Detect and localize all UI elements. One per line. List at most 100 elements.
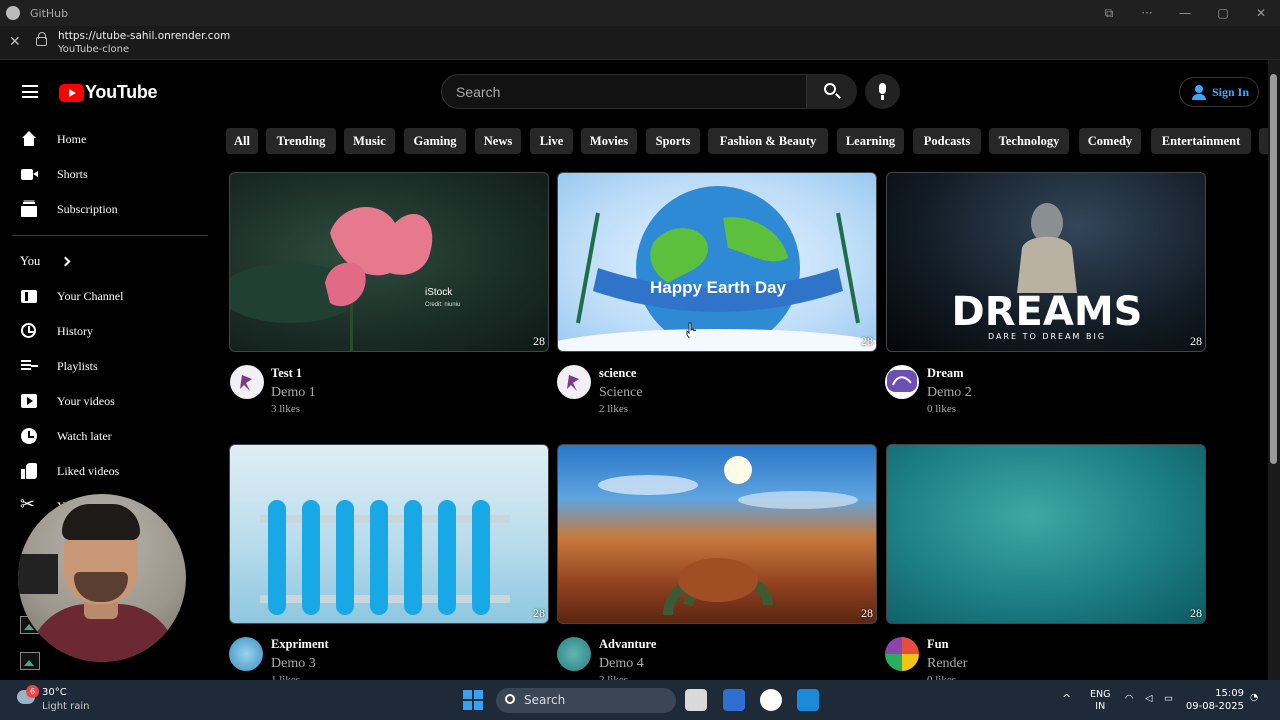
chip-sports[interactable]: Sports [646,128,700,154]
sidebar-item-label: Subscription [57,201,118,216]
language-indicator[interactable]: ENG IN [1090,689,1110,713]
video-thumbnail[interactable]: DREAMS DARE TO DREAM BIG 28 [886,172,1206,352]
clock[interactable]: 15:09 09-08-2025 [1186,687,1244,713]
channel-avatar[interactable] [557,637,591,671]
sidebar-you-header[interactable]: You [20,246,71,276]
chip-comedy[interactable]: Comedy [1079,128,1141,154]
chip-news[interactable]: News [475,128,521,154]
chip-learning[interactable]: Learning [837,128,904,154]
channel-name[interactable]: Demo 3 [271,656,316,672]
wifi-icon[interactable]: ◠ [1125,693,1133,705]
duration-badge: 28 [1190,606,1202,620]
dreams-image: DREAMS DARE TO DREAM BIG [952,203,1142,341]
clips-icon [20,494,38,515]
channel-name[interactable]: Demo 1 [271,385,316,401]
sidebar-item-shorts[interactable]: Shorts [20,159,88,189]
youtube-logo[interactable]: YouTube [59,82,158,103]
github-desktop-icon[interactable] [760,689,782,711]
page-scrollbar[interactable] [1268,60,1280,680]
search-input[interactable] [442,75,806,108]
playlists-icon [20,357,38,375]
video-title[interactable]: science [599,366,636,381]
search-icon [824,83,836,95]
maximize-button[interactable]: ▢ [1204,6,1242,20]
video-title[interactable]: Expriment [271,637,329,652]
minimize-button[interactable]: — [1166,6,1204,20]
video-thumbnail[interactable]: 28 [886,444,1206,624]
vscode-icon[interactable] [797,689,819,711]
task-view-icon[interactable] [685,689,707,711]
sidebar-item-your-channel[interactable]: Your Channel [20,281,123,311]
video-title[interactable]: Test 1 [271,366,302,381]
video-thumbnail[interactable]: 28 [557,444,877,624]
video-title[interactable]: Advanture [599,637,656,652]
sidebar-item-label: Watch later [57,428,112,443]
lock-icon[interactable] [36,32,47,46]
channel-avatar[interactable] [885,365,919,399]
channel-avatar[interactable] [557,365,591,399]
channel-avatar[interactable] [885,637,919,671]
chip-movies[interactable]: Movies [581,128,637,154]
channel-name[interactable]: Science [599,385,643,401]
channel-name[interactable]: Demo 2 [927,385,972,401]
shorts-icon [20,165,38,183]
chip-entertainment[interactable]: Entertainment [1151,128,1251,154]
chip-all[interactable]: All [226,128,258,154]
sign-in-label: Sign In [1211,84,1249,99]
sidebar-item-subscription[interactable]: Subscription [20,194,118,224]
video-title[interactable]: Fun [927,637,949,652]
history-icon [20,322,38,340]
chip-trending[interactable]: Trending [266,128,336,154]
sign-in-button[interactable]: Sign In [1179,77,1259,107]
subscriptions-icon [20,200,38,218]
chip-overflow[interactable] [1259,128,1268,154]
microphone-icon[interactable] [865,74,900,109]
video-thumbnail[interactable]: 28 [229,444,549,624]
search-button[interactable] [807,74,857,109]
channel-avatar[interactable] [229,637,263,671]
url-text[interactable]: https://utube-sahil.onrender.com [58,30,230,42]
sidebar-item-watch-later[interactable]: Watch later [20,421,112,451]
weather-condition[interactable]: Light rain [42,701,90,712]
more-options-icon[interactable]: ··· [1128,6,1166,20]
sidebar-item-label: Your Channel [57,288,124,303]
duration-badge: 28 [1190,334,1202,348]
windows-taskbar: 6 30°C Light rain Search ^ ENG IN ◠ ◁ ▭ … [0,680,1280,720]
chip-podcasts[interactable]: Podcasts [913,128,981,154]
battery-icon[interactable]: ▭ [1164,693,1173,705]
window-title: GitHub [30,6,69,20]
channel-icon [20,287,38,305]
channel-name[interactable]: Demo 4 [599,656,644,672]
weather-badge: 6 [26,685,39,698]
chevron-up-icon[interactable]: ^ [1062,693,1071,705]
video-thumbnail[interactable]: Happy Earth Day 28 [557,172,877,352]
sidebar-item-your-videos[interactable]: Your videos [20,386,115,416]
sidebar-item-history[interactable]: History [20,316,93,346]
windows-start-icon[interactable] [463,690,483,710]
sidebar-item-liked-videos[interactable]: Liked videos [20,456,119,486]
store-icon[interactable] [723,689,745,711]
video-title[interactable]: Dream [927,366,964,381]
chip-technology[interactable]: Technology [989,128,1069,154]
channel-avatar[interactable] [230,365,264,399]
channel-name[interactable]: Render [927,656,967,672]
sidebar-item-home[interactable]: Home [20,124,86,154]
menu-icon[interactable] [22,85,38,98]
scrollbar-thumb[interactable] [1270,74,1277,464]
temperature[interactable]: 30°C [42,687,67,698]
close-window-button[interactable]: ✕ [1242,6,1280,20]
volume-icon[interactable]: ◁ [1145,693,1152,705]
sidebar-divider [12,235,208,236]
you-label: You [20,253,41,268]
cast-icon[interactable]: ⧉ [1090,6,1128,21]
notification-icon[interactable]: ◔ [1250,692,1258,704]
chip-fashion-beauty[interactable]: Fashion & Beauty [708,128,828,154]
sidebar-item-playlists[interactable]: Playlists [20,351,98,381]
chip-live[interactable]: Live [530,128,573,154]
taskbar-search[interactable]: Search [496,688,676,713]
window-controls: ⧉ ··· — ▢ ✕ [1090,0,1280,26]
chip-gaming[interactable]: Gaming [404,128,466,154]
chip-music[interactable]: Music [344,128,395,154]
video-thumbnail[interactable]: iStock Credit: niuniu 28 [229,172,549,352]
close-icon[interactable]: ✕ [9,34,21,50]
